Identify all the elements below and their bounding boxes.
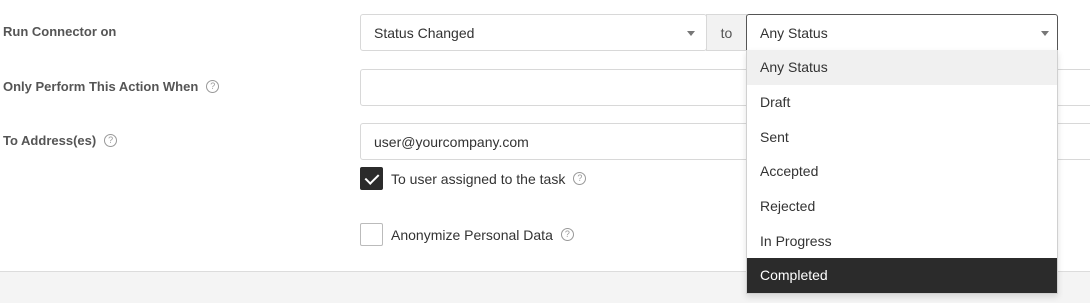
to-address-label: To Address(es) ? <box>3 133 118 148</box>
status-option-any[interactable]: Any Status <box>747 50 1057 85</box>
status-option-completed[interactable]: Completed <box>747 258 1057 293</box>
anonymize-checkbox[interactable] <box>360 223 383 246</box>
anonymize-checkbox-label[interactable]: Anonymize Personal Data <box>391 227 553 243</box>
only-perform-label: Only Perform This Action When ? <box>3 79 220 94</box>
assigned-user-checkbox-label[interactable]: To user assigned to the task <box>391 171 565 187</box>
status-option-rejected[interactable]: Rejected <box>747 189 1057 224</box>
to-address-value: user@yourcompany.com <box>374 133 529 150</box>
question-circle-icon[interactable]: ? <box>573 172 587 185</box>
status-option-draft[interactable]: Draft <box>747 85 1057 120</box>
question-circle-icon[interactable]: ? <box>206 80 220 93</box>
to-addon-label: to <box>720 24 733 41</box>
run-connector-label-text: Run Connector on <box>3 24 117 39</box>
question-circle-icon[interactable]: ? <box>104 134 118 147</box>
to-addon: to <box>706 14 747 51</box>
event-select[interactable]: Status Changed <box>360 14 707 51</box>
status-option-in-progress[interactable]: In Progress <box>747 223 1057 258</box>
status-select[interactable]: Any Status <box>746 14 1058 51</box>
event-select-value: Status Changed <box>374 24 475 41</box>
chevron-down-icon <box>1041 31 1049 36</box>
assigned-user-checkbox[interactable] <box>360 167 383 190</box>
status-option-accepted[interactable]: Accepted <box>747 154 1057 189</box>
chevron-down-icon <box>687 31 695 36</box>
question-circle-icon[interactable]: ? <box>560 228 574 241</box>
anonymize-checkbox-row: Anonymize Personal Data ? <box>360 223 574 246</box>
status-option-sent[interactable]: Sent <box>747 119 1057 154</box>
assigned-user-checkbox-row: To user assigned to the task ? <box>360 167 587 190</box>
to-address-label-text: To Address(es) <box>3 133 97 148</box>
status-dropdown-list: Any Status Draft Sent Accepted Rejected … <box>746 50 1058 294</box>
status-select-value: Any Status <box>760 24 828 41</box>
only-perform-label-text: Only Perform This Action When <box>3 79 199 94</box>
run-connector-label: Run Connector on <box>3 24 116 39</box>
